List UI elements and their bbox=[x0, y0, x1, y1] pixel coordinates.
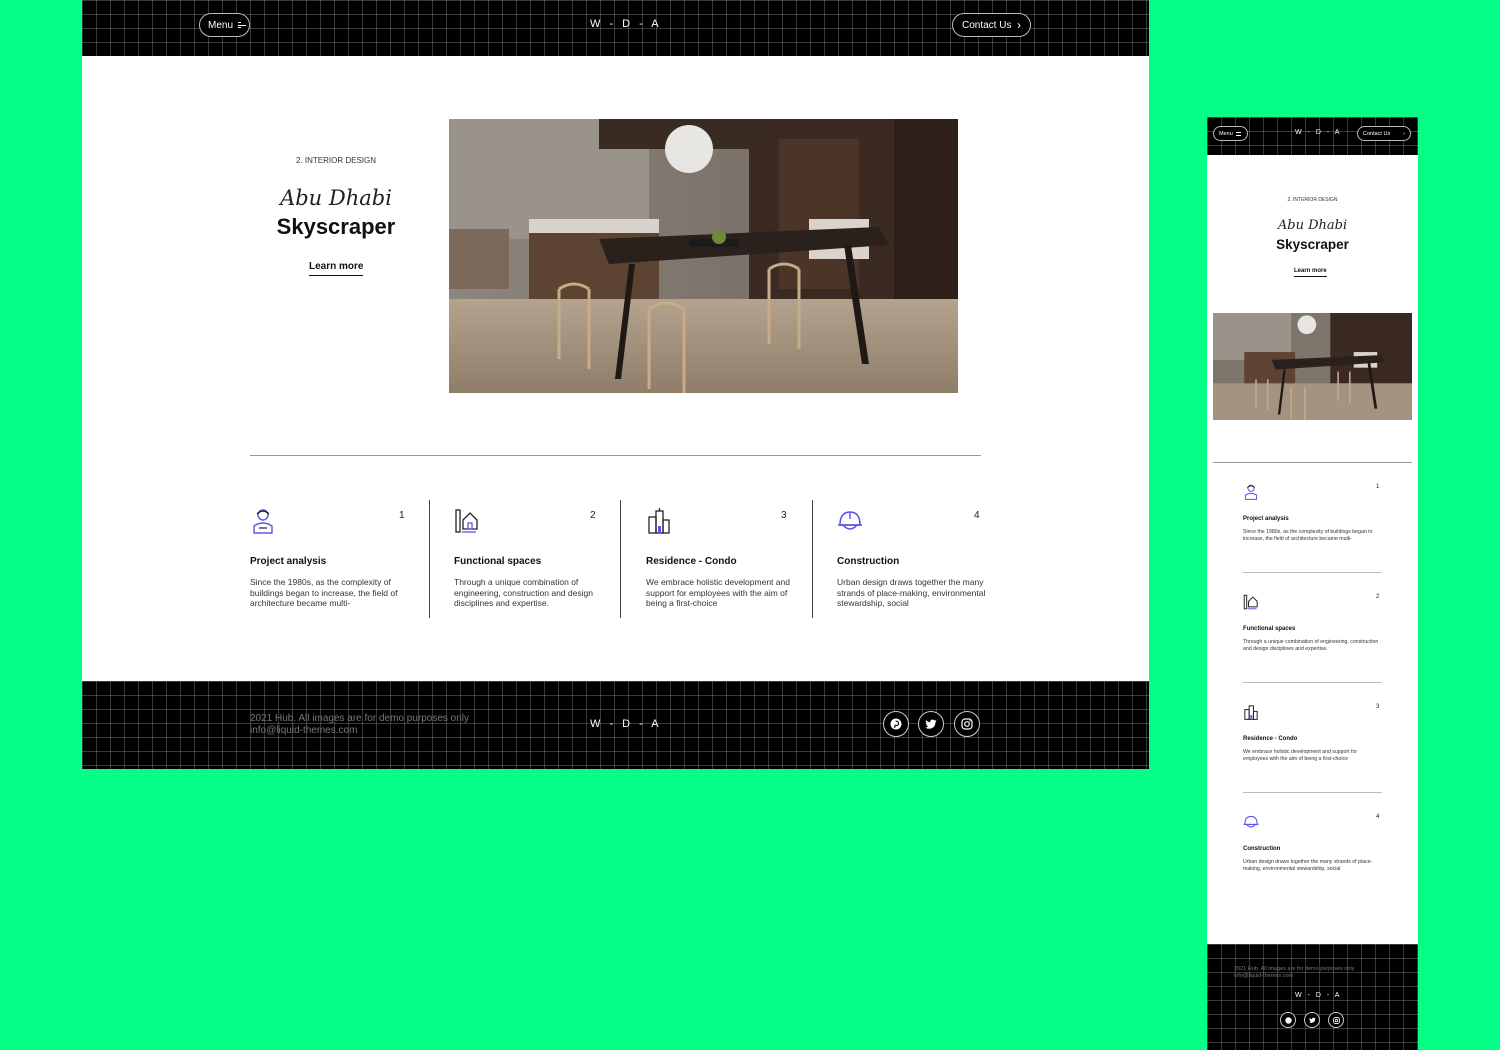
desktop-preview: Menu W - D - A Contact Us › 2. INTERIOR … bbox=[82, 0, 1149, 769]
feature-title: Project analysis bbox=[1243, 516, 1289, 522]
section-divider bbox=[1213, 462, 1412, 463]
feature-separator bbox=[1243, 792, 1382, 793]
mobile-logo[interactable]: W - D - A bbox=[1295, 129, 1341, 136]
feature-separator bbox=[1243, 572, 1382, 573]
feature-desc: We embrace holistic development and supp… bbox=[1243, 749, 1358, 762]
hero-category: 2. INTERIOR DESIGN bbox=[295, 156, 376, 165]
menu-label: Menu bbox=[1219, 130, 1233, 137]
hamburger-icon bbox=[1235, 131, 1241, 136]
pinterest-icon[interactable] bbox=[1280, 1012, 1296, 1028]
feature-desc: Urban design draws together the many str… bbox=[1243, 859, 1373, 872]
helmet-icon bbox=[1243, 815, 1259, 828]
pinterest-icon[interactable] bbox=[883, 711, 909, 737]
feature-number: 1 bbox=[1376, 484, 1380, 490]
feature-number: 3 bbox=[781, 510, 787, 521]
hero-title: Skyscraper bbox=[276, 214, 396, 239]
mobile-header: Menu W - D - A Contact Us › bbox=[1207, 117, 1418, 155]
feature-desc: We embrace holistic development and supp… bbox=[646, 577, 790, 608]
footer-copyright: 2021 Hub. All images are for demo purpos… bbox=[250, 713, 469, 737]
feature-title: Functional spaces bbox=[1243, 626, 1296, 632]
feature-title: Functional spaces bbox=[454, 556, 542, 567]
menu-button[interactable]: Menu bbox=[199, 13, 250, 37]
mobile-preview: Menu W - D - A Contact Us › 2. INTERIOR … bbox=[1207, 117, 1418, 1050]
footer-email[interactable]: info@liquid-themes.com bbox=[1234, 973, 1354, 980]
mobile-menu-button[interactable]: Menu bbox=[1213, 126, 1248, 141]
section-divider bbox=[250, 455, 981, 456]
house-plan-icon bbox=[455, 509, 478, 533]
feature-desc: Since the 1980s, as the complexity of bu… bbox=[250, 577, 398, 608]
chevron-right-icon: › bbox=[1403, 130, 1405, 137]
footer-copyright: 2021 Hub. All images are for demo purpos… bbox=[1234, 966, 1354, 980]
feature-desc: Through a unique combination of engineer… bbox=[454, 577, 593, 608]
worker-icon bbox=[1244, 484, 1258, 500]
site-header: Menu W - D - A Contact Us › bbox=[82, 0, 1149, 56]
mobile-footer-logo[interactable]: W - D - A bbox=[1295, 992, 1341, 999]
contact-label: Contact Us bbox=[1363, 130, 1391, 137]
helmet-icon bbox=[838, 511, 862, 530]
kitchen-image bbox=[449, 119, 958, 393]
footer-email[interactable]: info@liquid-themes.com bbox=[250, 725, 469, 737]
buildings-icon bbox=[1244, 705, 1258, 720]
twitter-icon[interactable] bbox=[1304, 1012, 1320, 1028]
feature-construction: 4 Construction Urban design draws togeth… bbox=[837, 500, 985, 618]
feature-number: 2 bbox=[1376, 594, 1380, 600]
learn-more-link[interactable]: Learn more bbox=[1294, 268, 1327, 277]
footer-logo[interactable]: W - D - A bbox=[590, 718, 662, 730]
chevron-right-icon: › bbox=[1017, 18, 1021, 32]
feature-project-analysis: 1 Project analysis Since the 1980s, as t… bbox=[250, 500, 405, 618]
learn-more-link[interactable]: Learn more bbox=[309, 261, 364, 276]
menu-label: Menu bbox=[208, 19, 234, 31]
feature-separator bbox=[812, 500, 813, 618]
feature-functional-spaces: 2 Functional spaces Through a unique com… bbox=[454, 500, 604, 618]
feature-title: Construction bbox=[1243, 846, 1281, 852]
feature-title: Residence - Condo bbox=[646, 556, 737, 567]
feature-number: 4 bbox=[974, 510, 980, 521]
hero-title: Skyscraper bbox=[1276, 237, 1349, 252]
feature-number: 1 bbox=[399, 510, 405, 521]
feature-residence-condo: 3 Residence - Condo We embrace holistic … bbox=[646, 500, 796, 618]
feature-separator bbox=[429, 500, 430, 618]
buildings-icon bbox=[648, 508, 670, 534]
hero-subtitle: Abu Dhabi bbox=[1277, 218, 1348, 233]
contact-button[interactable]: Contact Us › bbox=[952, 13, 1031, 37]
contact-label: Contact Us bbox=[962, 19, 1012, 31]
feature-separator bbox=[1243, 682, 1382, 683]
house-plan-icon bbox=[1243, 594, 1258, 610]
feature-title: Construction bbox=[837, 556, 900, 567]
feature-desc: Since the 1980s, as the complexity of bu… bbox=[1243, 529, 1373, 542]
kitchen-image bbox=[1213, 313, 1412, 420]
worker-icon bbox=[253, 509, 273, 534]
feature-title: Project analysis bbox=[250, 556, 327, 567]
instagram-icon[interactable] bbox=[954, 711, 980, 737]
copyright-text: 2021 Hub. All images are for demo purpos… bbox=[1234, 966, 1355, 972]
feature-number: 2 bbox=[590, 510, 596, 521]
feature-number: 3 bbox=[1376, 704, 1380, 710]
instagram-icon[interactable] bbox=[1328, 1012, 1344, 1028]
feature-separator bbox=[620, 500, 621, 618]
feature-desc: Urban design draws together the many str… bbox=[837, 577, 986, 608]
feature-desc: Through a unique combination of engineer… bbox=[1243, 639, 1379, 652]
hero-category: 2. INTERIOR DESIGN bbox=[1287, 197, 1338, 203]
twitter-icon[interactable] bbox=[918, 711, 944, 737]
mobile-contact-button[interactable]: Contact Us › bbox=[1357, 126, 1411, 141]
copyright-text: 2021 Hub. All images are for demo purpos… bbox=[250, 713, 470, 724]
mobile-footer: 2021 Hub. All images are for demo purpos… bbox=[1207, 944, 1418, 1050]
feature-title: Residence - Condo bbox=[1243, 736, 1298, 742]
feature-number: 4 bbox=[1376, 814, 1380, 820]
hamburger-icon bbox=[238, 22, 246, 28]
hero-subtitle: Abu Dhabi bbox=[280, 186, 392, 210]
site-logo[interactable]: W - D - A bbox=[590, 18, 662, 30]
site-footer: 2021 Hub. All images are for demo purpos… bbox=[82, 681, 1149, 769]
